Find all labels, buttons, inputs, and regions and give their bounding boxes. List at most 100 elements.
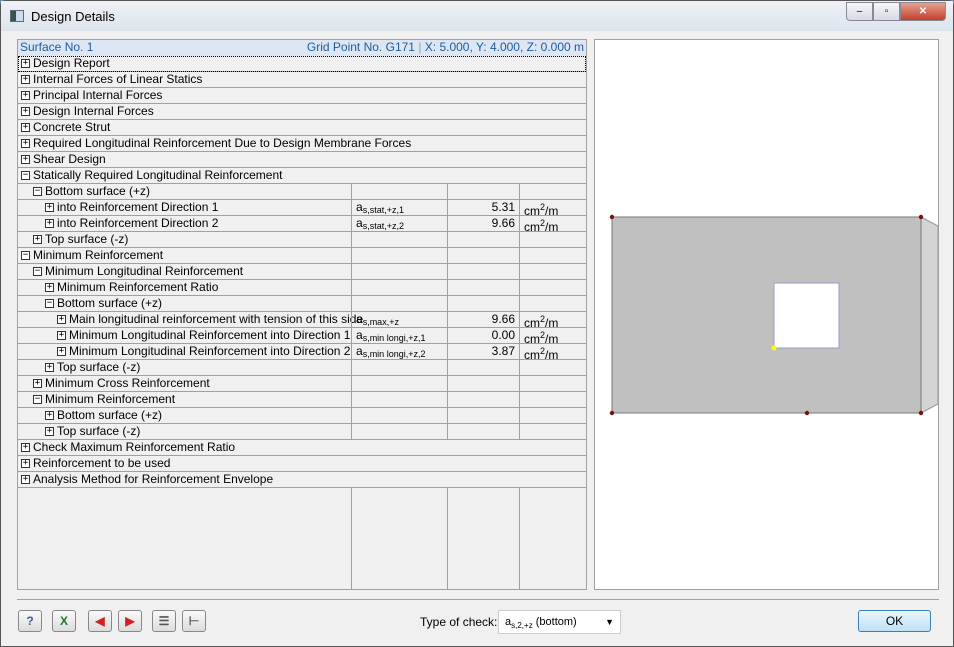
table-header: Surface No. 1 Grid Point No. G171 | X: 5… xyxy=(18,40,586,56)
surface-side-face xyxy=(920,216,939,414)
row-label: Top surface (-z) xyxy=(45,232,129,246)
expand-icon[interactable]: + xyxy=(33,379,42,388)
expand-icon[interactable]: + xyxy=(45,363,54,372)
tree-row[interactable]: + Minimum Longitudinal Reinforcement into… xyxy=(18,328,586,346)
collapse-icon[interactable]: − xyxy=(33,395,42,404)
collapse-icon[interactable]: − xyxy=(21,171,30,180)
tree-row[interactable]: + Main longitudinal reinforcement with te… xyxy=(18,312,586,330)
collapse-icon[interactable]: − xyxy=(33,187,42,196)
graphic-preview[interactable] xyxy=(594,39,939,590)
expand-icon[interactable]: + xyxy=(57,331,66,340)
tree-row[interactable]: + Design Report xyxy=(18,56,586,72)
tree-row[interactable]: + Analysis Method for Reinforcement Envel… xyxy=(18,472,586,488)
ok-button[interactable]: OK xyxy=(858,610,931,632)
expand-icon[interactable]: + xyxy=(33,235,42,244)
expand-icon[interactable]: + xyxy=(21,459,30,468)
excel-button[interactable]: X xyxy=(52,610,76,632)
row-label: Minimum Cross Reinforcement xyxy=(45,376,210,390)
value-cell: 3.87 xyxy=(447,344,519,359)
row-label: Internal Forces of Linear Statics xyxy=(33,72,203,86)
collapse-icon[interactable]: − xyxy=(21,251,30,260)
expand-icon[interactable]: + xyxy=(45,427,54,436)
list-button[interactable]: ☰ xyxy=(152,610,176,632)
tree-row[interactable]: + Check Maximum Reinforcement Ratio xyxy=(18,440,586,456)
type-of-check-select[interactable]: as,2,+z (bottom) ▼ xyxy=(498,610,621,634)
tree-row[interactable]: − Minimum Longitudinal Reinforcement xyxy=(18,264,586,280)
title-bar: Design Details – ▫ ✕ xyxy=(1,1,953,31)
tree-row[interactable]: + Top surface (-z) xyxy=(18,232,586,248)
node xyxy=(918,410,924,416)
collapse-icon[interactable]: − xyxy=(45,299,54,308)
tree-row[interactable]: + Minimum Cross Reinforcement xyxy=(18,376,586,392)
expand-icon[interactable]: + xyxy=(57,315,66,324)
tree-button[interactable]: ⊢ xyxy=(182,610,206,632)
tree-row[interactable]: + Minimum Longitudinal Reinforcement into… xyxy=(18,344,587,362)
maximize-button[interactable]: ▫ xyxy=(873,2,900,21)
expand-icon[interactable]: + xyxy=(21,155,30,164)
tree-row[interactable]: + into Reinforcement Direction 2 as,stat,+… xyxy=(18,216,587,234)
tree-row[interactable]: + Minimum Reinforcement Ratio xyxy=(18,280,586,296)
expand-icon[interactable]: + xyxy=(21,75,30,84)
expand-icon[interactable]: + xyxy=(21,91,30,100)
symbol-subscript: s,min longi,+z,1 xyxy=(362,333,426,343)
next-icon: ▶ xyxy=(125,614,135,628)
close-button[interactable]: ✕ xyxy=(900,2,946,21)
tree-row[interactable]: − Minimum Reinforcement xyxy=(18,248,586,264)
tree-row[interactable]: − Bottom surface (+z) xyxy=(18,296,586,312)
row-label: Bottom surface (+z) xyxy=(57,296,163,310)
surface-number: Surface No. 1 xyxy=(20,40,94,54)
row-label: Top surface (-z) xyxy=(57,424,141,438)
expand-icon[interactable]: + xyxy=(21,443,30,452)
node xyxy=(609,410,615,416)
help-button[interactable]: ? xyxy=(18,610,42,632)
help-icon: ? xyxy=(26,614,34,628)
tree-row[interactable]: + Internal Forces of Linear Statics xyxy=(18,72,586,88)
expand-icon[interactable]: + xyxy=(45,283,54,292)
unit-cell: cm2/m xyxy=(519,216,587,234)
next-button[interactable]: ▶ xyxy=(118,610,142,632)
type-subscript: s,2,+z xyxy=(511,621,533,631)
expand-icon[interactable]: + xyxy=(45,411,54,420)
design-details-window: Design Details – ▫ ✕ Surface No. 1 Grid … xyxy=(0,0,954,647)
row-label: Principal Internal Forces xyxy=(33,88,163,102)
tree-row[interactable]: − Statically Required Longitudinal Reinfo… xyxy=(18,168,586,184)
row-label: Minimum Reinforcement xyxy=(45,392,176,406)
tree-row[interactable]: + Bottom surface (+z) xyxy=(18,408,586,424)
symbol-subscript: s,max,+z xyxy=(362,317,399,327)
node xyxy=(804,410,810,416)
type-of-check-label: Type of check: xyxy=(420,615,498,629)
expand-icon[interactable]: + xyxy=(21,123,30,132)
symbol: a xyxy=(356,344,363,358)
collapse-icon[interactable]: − xyxy=(33,267,42,276)
expand-icon[interactable]: + xyxy=(21,107,30,116)
tree-row[interactable]: + into Reinforcement Direction 1 as,stat,+… xyxy=(18,200,586,218)
expand-icon[interactable]: + xyxy=(45,219,54,228)
expand-icon[interactable]: + xyxy=(45,203,54,212)
tree-row[interactable]: − Bottom surface (+z) xyxy=(18,184,586,200)
expand-icon[interactable]: + xyxy=(21,59,30,68)
expand-icon[interactable]: + xyxy=(21,475,30,484)
expand-icon[interactable]: + xyxy=(21,139,30,148)
tree-row[interactable]: + Top surface (-z) xyxy=(18,424,586,440)
tree-row[interactable]: + Shear Design xyxy=(18,152,586,168)
row-label: Main longitudinal reinforcement with ten… xyxy=(69,312,364,326)
row-label: Reinforcement to be used xyxy=(33,456,171,470)
expand-icon[interactable]: + xyxy=(57,347,66,356)
row-label: Bottom surface (+z) xyxy=(45,184,151,198)
tree-row[interactable]: + Top surface (-z) xyxy=(18,360,586,376)
tree-row[interactable]: + Design Internal Forces xyxy=(18,104,586,120)
tree-row[interactable]: + Required Longitudinal Reinforcement Due… xyxy=(18,136,586,152)
row-label: Minimum Reinforcement Ratio xyxy=(57,280,219,294)
app-icon xyxy=(10,10,24,22)
excel-icon: X xyxy=(59,614,68,628)
tree-row[interactable]: + Principal Internal Forces xyxy=(18,88,586,104)
unit-cell: cm2/m xyxy=(519,344,587,362)
row-label: Shear Design xyxy=(33,152,106,166)
tree-row[interactable]: − Minimum Reinforcement xyxy=(18,392,586,408)
row-label: Top surface (-z) xyxy=(57,360,141,374)
minimize-button[interactable]: – xyxy=(846,2,873,21)
tree-row[interactable]: + Reinforcement to be used xyxy=(18,456,586,472)
tree-row[interactable]: + Concrete Strut xyxy=(18,120,586,136)
previous-button[interactable]: ◀ xyxy=(88,610,112,632)
row-label: Minimum Reinforcement xyxy=(33,248,164,262)
